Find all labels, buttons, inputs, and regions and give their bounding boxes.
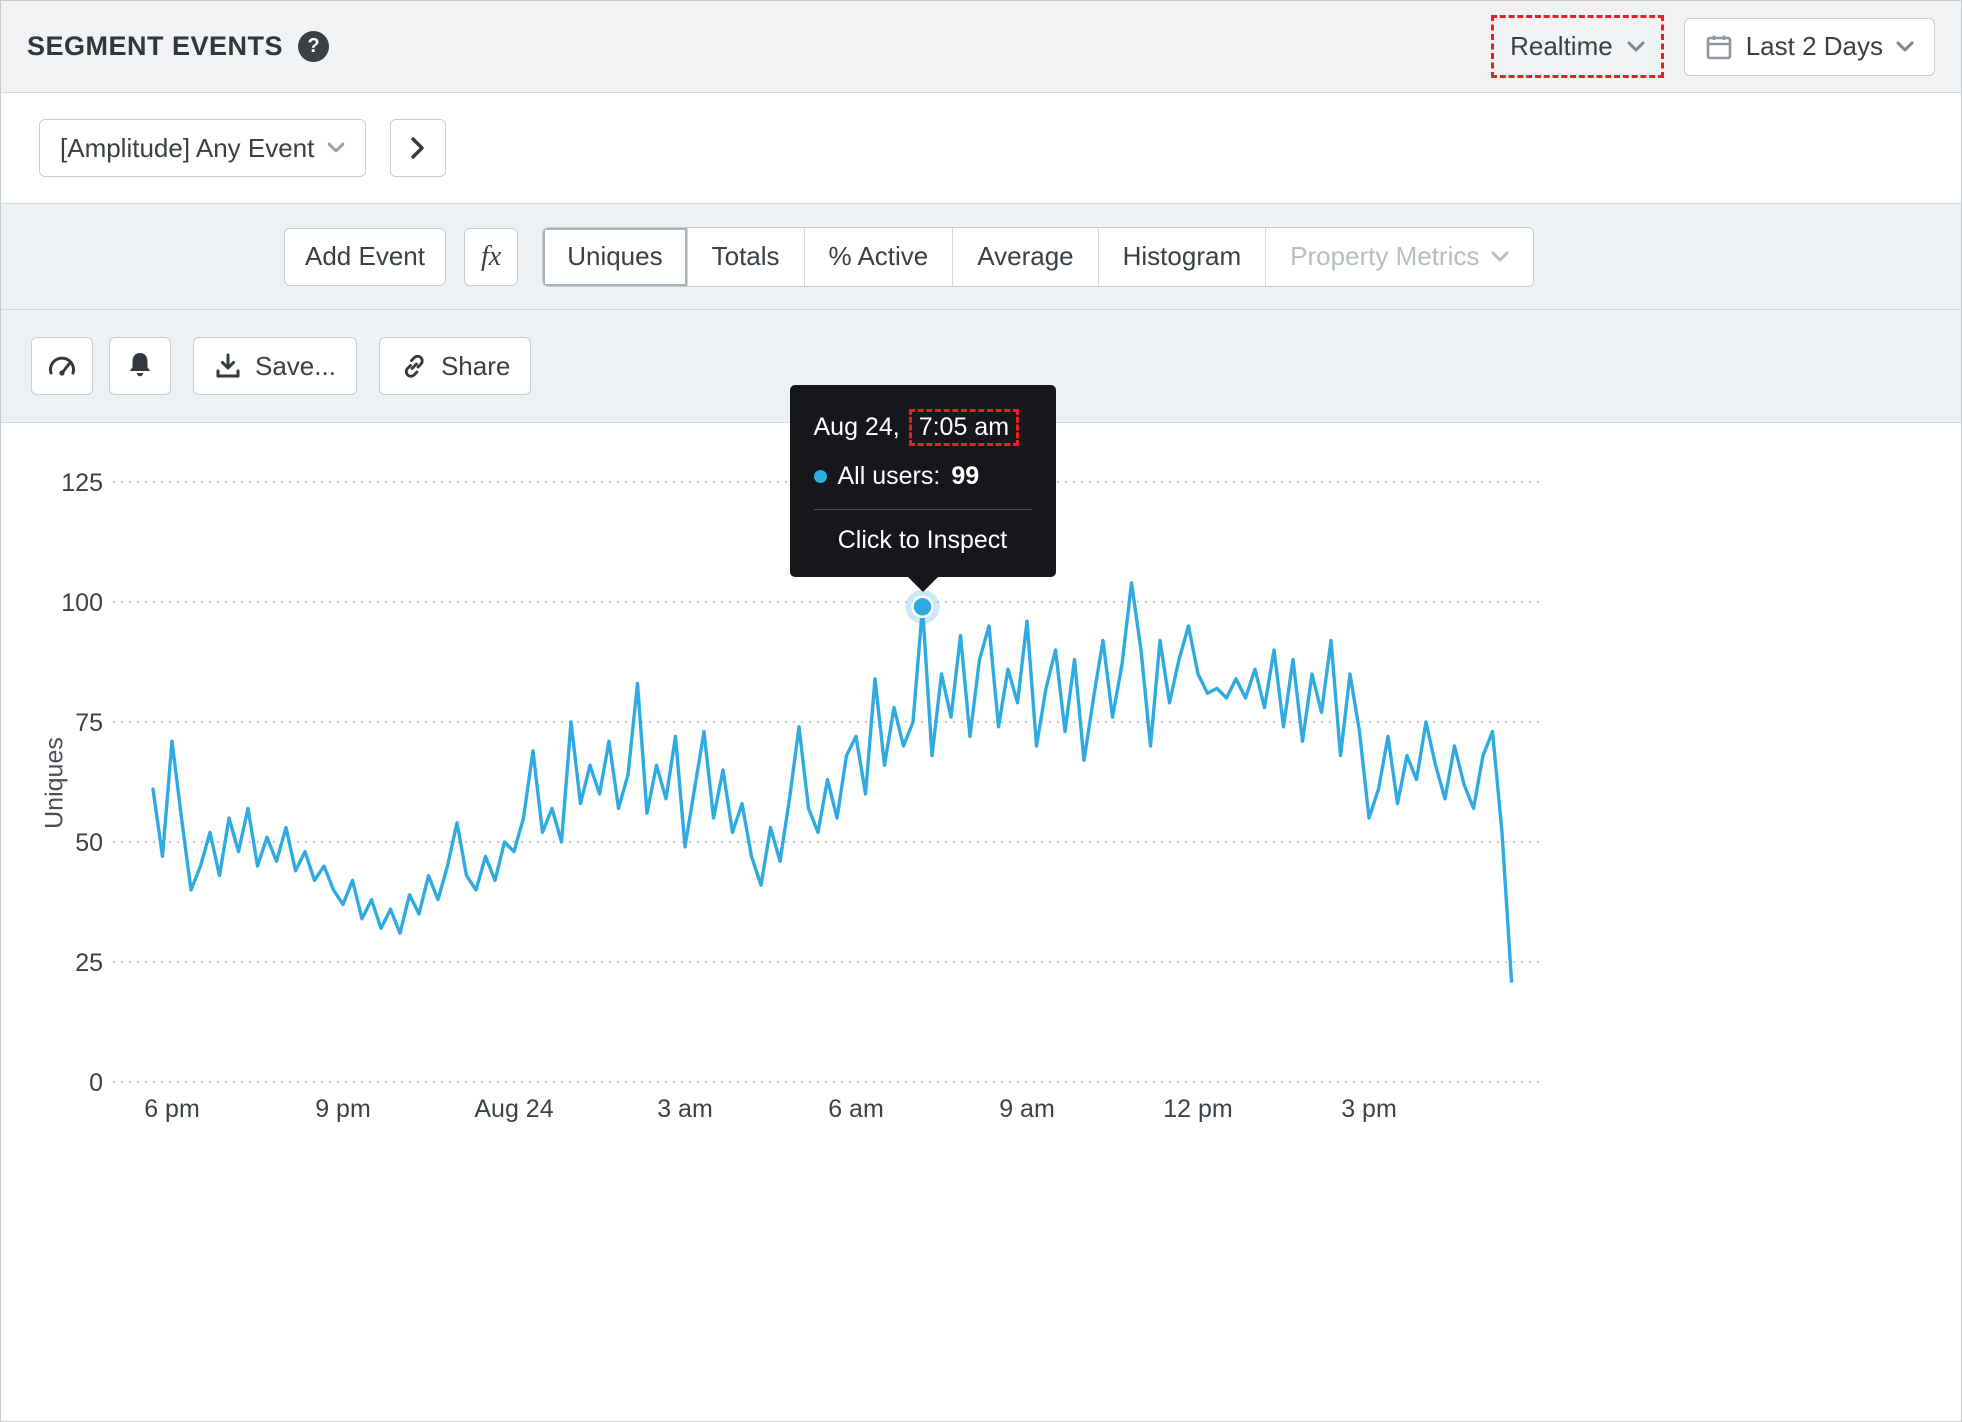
chevron-down-icon	[1896, 41, 1914, 51]
tooltip-series-value: 99	[951, 461, 980, 490]
share-button[interactable]: Share	[378, 337, 532, 395]
chevron-down-icon	[1627, 41, 1645, 51]
event-selector-label: [Amplitude] Any Event	[60, 132, 315, 163]
tab-percent-active[interactable]: % Active	[803, 227, 953, 286]
svg-text:25: 25	[75, 949, 103, 977]
realtime-dropdown[interactable]: Realtime	[1506, 25, 1649, 68]
calendar-icon	[1706, 35, 1732, 59]
svg-text:12 pm: 12 pm	[1163, 1095, 1232, 1123]
chevron-down-icon	[327, 142, 345, 153]
tab-property-metrics-label: Property Metrics	[1290, 241, 1480, 271]
save-button-label: Save...	[255, 350, 336, 381]
date-range-dropdown[interactable]: Last 2 Days	[1683, 17, 1935, 76]
page-title: SEGMENT EVENTS	[27, 31, 284, 61]
dashboard-button[interactable]	[31, 337, 93, 395]
svg-text:6 am: 6 am	[828, 1095, 884, 1123]
tooltip-series-label: All users:	[837, 461, 941, 490]
svg-text:9 am: 9 am	[999, 1095, 1055, 1123]
svg-text:9 pm: 9 pm	[315, 1095, 371, 1123]
formula-button[interactable]: fx	[463, 227, 519, 286]
svg-text:Aug 24: Aug 24	[474, 1095, 553, 1123]
svg-text:50: 50	[75, 829, 103, 857]
help-icon[interactable]: ?	[298, 31, 330, 62]
gauge-icon	[49, 356, 75, 376]
chevron-down-icon	[1491, 251, 1509, 261]
save-button[interactable]: Save...	[193, 337, 357, 395]
svg-text:3 pm: 3 pm	[1341, 1095, 1397, 1123]
link-icon	[404, 354, 424, 378]
amplitude-segment-events-page: SEGMENT EVENTS ? Realtime Last 2 Days [A…	[0, 0, 1962, 1422]
date-range-label: Last 2 Days	[1745, 31, 1883, 61]
header: SEGMENT EVENTS ? Realtime Last 2 Days	[1, 1, 1961, 93]
tab-property-metrics[interactable]: Property Metrics	[1265, 227, 1534, 286]
tooltip-timestamp: Aug 24, 7:05 am	[813, 408, 1032, 446]
tab-uniques[interactable]: Uniques	[543, 227, 687, 286]
chevron-right-icon	[411, 137, 425, 159]
svg-text:75: 75	[75, 709, 103, 737]
tooltip-inspect-action[interactable]: Click to Inspect	[814, 526, 1032, 555]
add-event-button[interactable]: Add Event	[284, 227, 446, 286]
realtime-dropdown-label: Realtime	[1510, 31, 1613, 61]
svg-text:100: 100	[61, 589, 103, 617]
tooltip-time-annotation-box: 7:05 am	[908, 408, 1020, 446]
svg-text:6 pm: 6 pm	[144, 1095, 200, 1123]
chart-tooltip[interactable]: Aug 24, 7:05 am All users: 99 Click to I…	[789, 384, 1056, 592]
tooltip-date: Aug 24,	[813, 412, 900, 441]
header-controls: Realtime Last 2 Days	[1491, 15, 1935, 78]
metric-tabs: Uniques Totals % Active Average Histogra…	[542, 226, 1535, 287]
svg-text:0: 0	[89, 1069, 103, 1097]
event-selector-dropdown[interactable]: [Amplitude] Any Event	[39, 119, 367, 177]
event-row: [Amplitude] Any Event	[1, 93, 1961, 204]
metric-row: Add Event fx Uniques Totals % Active Ave…	[1, 204, 1961, 310]
bell-icon	[129, 353, 151, 377]
svg-text:3 am: 3 am	[657, 1095, 713, 1123]
tab-totals[interactable]: Totals	[686, 227, 804, 286]
svg-text:125: 125	[61, 469, 103, 497]
realtime-annotation-box: Realtime	[1491, 15, 1664, 78]
tab-histogram[interactable]: Histogram	[1097, 227, 1266, 286]
series-color-dot	[813, 469, 827, 483]
notifications-button[interactable]	[109, 337, 171, 395]
download-icon	[216, 353, 240, 378]
chart-area: Uniques 0 25 50 75 100 125 6 pm 9 pm Aug 24 3 am 6…	[1, 384, 1961, 1421]
tooltip-series-row: All users: 99	[813, 461, 1032, 491]
tab-average[interactable]: Average	[952, 227, 1098, 286]
share-button-label: Share	[440, 350, 511, 381]
expand-event-button[interactable]	[390, 119, 447, 177]
tooltip-divider	[813, 508, 1032, 510]
title-wrap: SEGMENT EVENTS ?	[27, 31, 330, 62]
